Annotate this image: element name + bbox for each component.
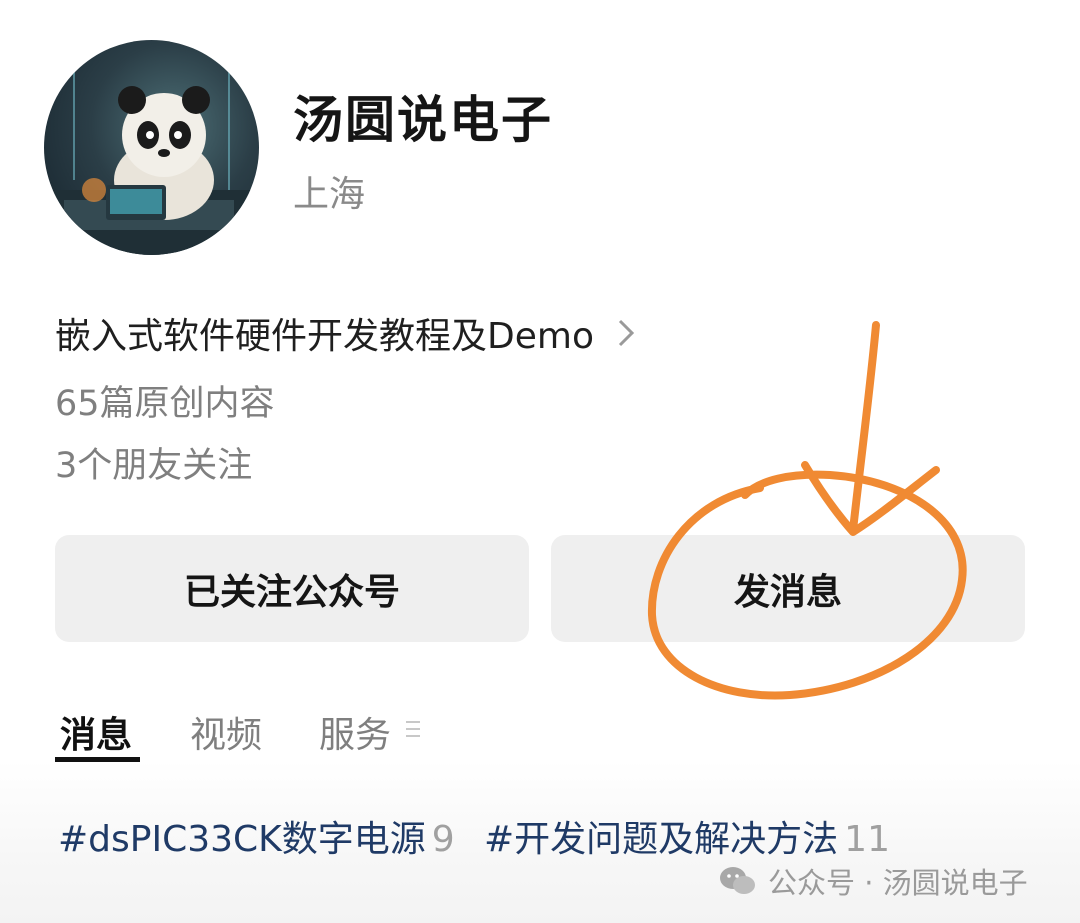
topic-tag[interactable]: #dsPIC33CK数字电源 9: [58, 810, 455, 862]
chevron-right-icon: [618, 319, 635, 347]
account-name: 汤圆说电子: [293, 91, 553, 149]
topic-tag[interactable]: #开发问题及解决方法 11: [484, 810, 890, 862]
account-location: 上海: [293, 174, 366, 215]
annotation-arrow-shaft: [849, 321, 880, 534]
avatar[interactable]: [44, 40, 259, 255]
tab-services[interactable]: 服务: [319, 706, 391, 758]
tab-videos[interactable]: 视频: [190, 706, 262, 758]
watermark-text: 公众号 · 汤圆说电子: [768, 866, 1028, 900]
tab-messages[interactable]: 消息: [60, 706, 132, 758]
wechat-icon: [720, 867, 755, 894]
friends-following-count: 3个朋友关注: [55, 446, 253, 486]
topic-count: 11: [844, 819, 890, 860]
topic-label: #开发问题及解决方法: [484, 819, 839, 860]
account-intro[interactable]: 嵌入式软件硬件开发教程及Demo: [55, 307, 640, 359]
annotation-arrow-head: [801, 461, 940, 536]
send-message-button[interactable]: 发消息: [551, 535, 1025, 642]
watermark: 公众号 · 汤圆说电子: [718, 860, 1028, 902]
active-tab-indicator: [55, 757, 140, 762]
account-intro-text: 嵌入式软件硬件开发教程及Demo: [55, 316, 594, 357]
more-icon[interactable]: [404, 718, 422, 740]
topic-count: 9: [431, 819, 455, 860]
original-content-count: 65篇原创内容: [55, 384, 275, 424]
followed-button[interactable]: 已关注公众号: [55, 535, 529, 642]
topic-label: #dsPIC33CK数字电源: [58, 819, 426, 860]
